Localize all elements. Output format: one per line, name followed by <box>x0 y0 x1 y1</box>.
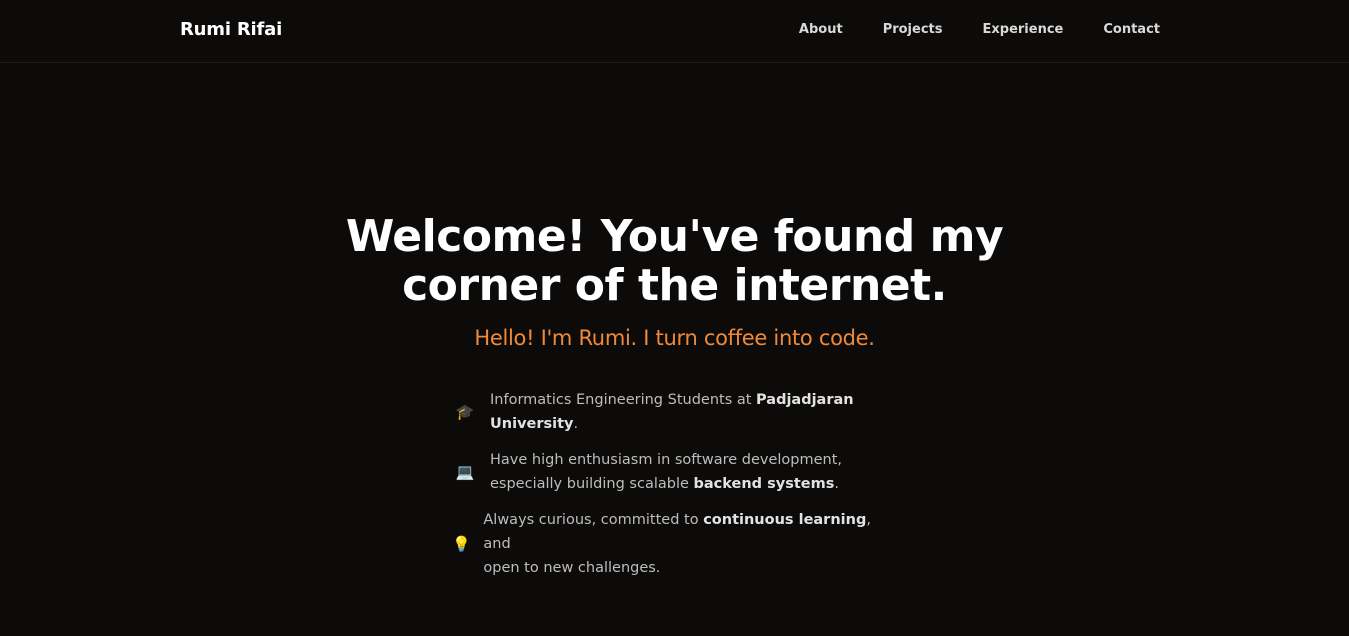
bullet-enthusiasm: 💻 Have high enthusiasm in software devel… <box>454 448 874 496</box>
hero-subtitle: Hello! I'm Rumi. I turn coffee into code… <box>474 326 875 350</box>
nav-link-contact[interactable]: Contact <box>1103 22 1160 37</box>
bullet-text-bold: continuous learning <box>703 512 867 528</box>
nav-link-projects[interactable]: Projects <box>883 22 943 37</box>
bullet-text-segment: Have high enthusiasm in software develop… <box>490 452 843 468</box>
hero-title-line2: corner of the internet. <box>402 260 947 311</box>
bullet-text-segment: . <box>573 416 579 432</box>
graduation-cap-icon: 🎓 <box>455 403 475 421</box>
nav-link-experience[interactable]: Experience <box>983 22 1064 37</box>
hero-title-line1: Welcome! You've found my <box>345 211 1004 262</box>
nav-link-about[interactable]: About <box>799 22 843 37</box>
navbar: Rumi Rifai About Projects Experience Con… <box>0 0 1349 63</box>
bullet-text-bold: University <box>490 416 574 432</box>
hero-title: Welcome! You've found my corner of the i… <box>0 212 1349 310</box>
lightbulb-icon: 💡 <box>452 535 472 553</box>
bullet-text-bold: Padjadjaran <box>756 392 854 408</box>
bullet-text-segment: Always curious, committed to <box>483 512 704 528</box>
bullet-education: 🎓 Informatics Engineering Students at Pa… <box>454 388 874 436</box>
bullet-text-segment: especially building scalable <box>490 476 694 492</box>
nav-links: About Projects Experience Contact <box>799 22 1160 37</box>
laptop-icon: 💻 <box>455 463 475 481</box>
bullet-text: Always curious, committed to continuous … <box>483 508 891 580</box>
bullet-text: Have high enthusiasm in software develop… <box>490 448 842 496</box>
bullet-text: Informatics Engineering Students at Padj… <box>490 388 854 436</box>
bullet-learning: 💡 Always curious, committed to continuou… <box>451 508 891 580</box>
bullet-text-segment: . <box>834 476 839 492</box>
brand-logo[interactable]: Rumi Rifai <box>180 19 282 40</box>
hero-section: Welcome! You've found my corner of the i… <box>0 212 1349 350</box>
bullet-text-segment: Informatics Engineering Students at <box>490 392 757 408</box>
bullet-text-segment: open to new challenges. <box>483 560 661 576</box>
bullet-text-bold: backend systems <box>693 476 835 492</box>
